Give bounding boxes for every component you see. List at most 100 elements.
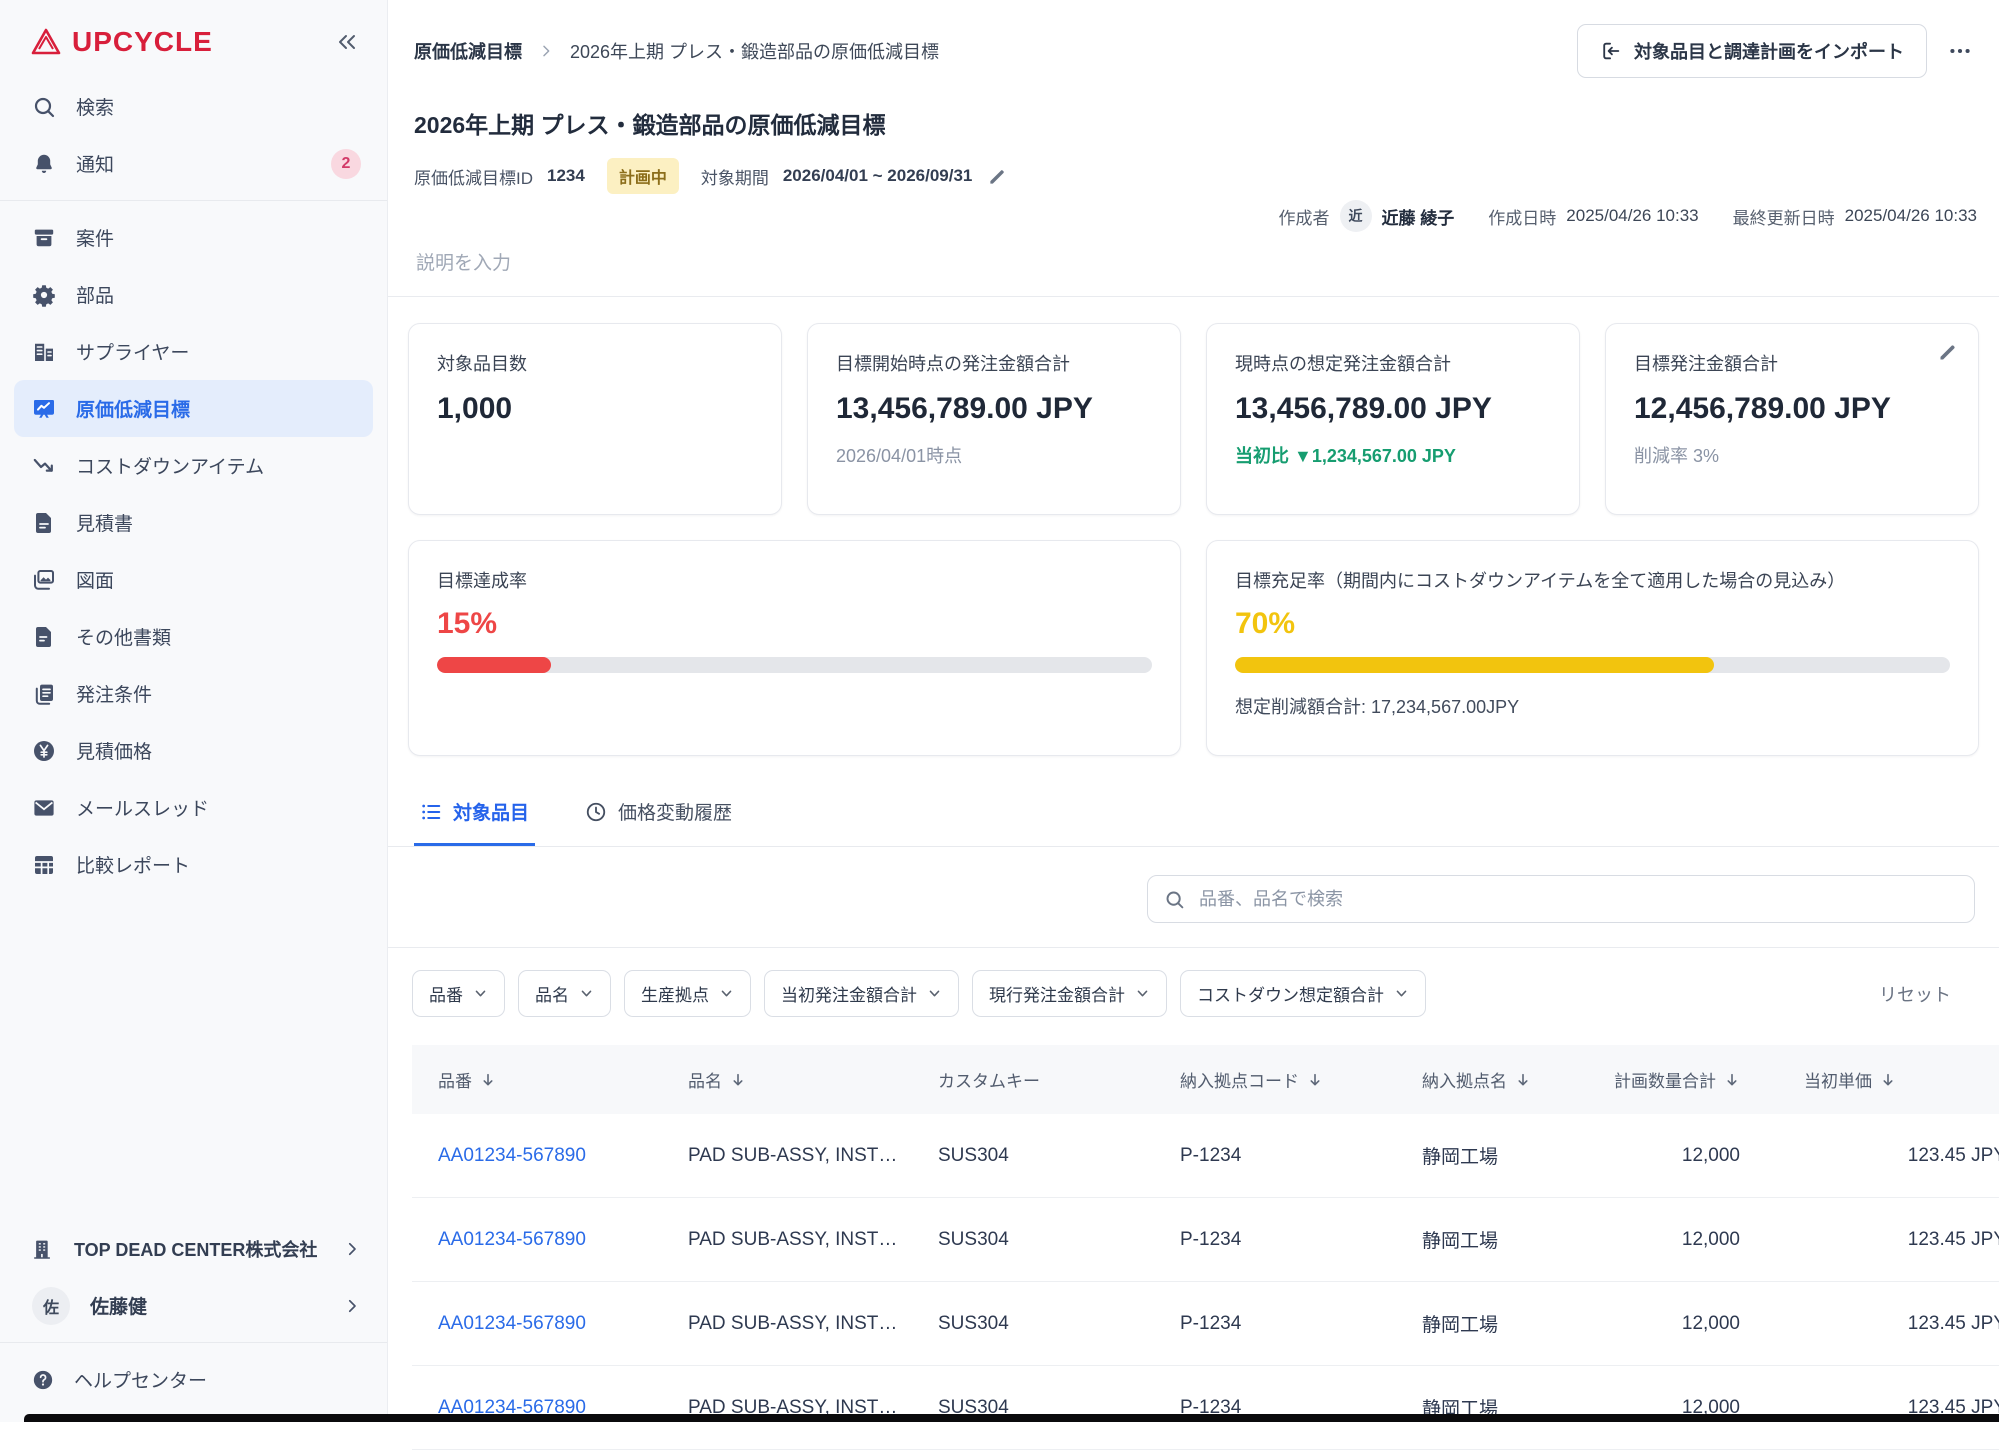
breadcrumb-root[interactable]: 原価低減目標 bbox=[414, 38, 522, 64]
cell-part-no[interactable]: AA01234-567890 bbox=[412, 1285, 662, 1363]
target-id-value: 1234 bbox=[547, 166, 585, 186]
section-divider bbox=[388, 296, 1999, 297]
sidebar-item-other-documents[interactable]: その他書類 bbox=[0, 608, 387, 665]
column-header-part-no[interactable]: 品番 bbox=[412, 1045, 662, 1114]
sort-arrow-icon bbox=[1307, 1072, 1323, 1088]
chevron-down-icon bbox=[927, 986, 942, 1001]
sort-arrow-icon bbox=[730, 1072, 746, 1088]
sidebar-item-notifications[interactable]: 通知 2 bbox=[0, 135, 387, 192]
sidebar-item-order-conditions[interactable]: 発注条件 bbox=[0, 665, 387, 722]
chevron-down-icon bbox=[473, 986, 488, 1001]
kpi-subtext: 削減率 3% bbox=[1634, 442, 1950, 468]
cell-part-no[interactable]: AA01234-567890 bbox=[412, 1201, 662, 1279]
sidebar-collapse-button[interactable] bbox=[335, 30, 359, 54]
bell-icon bbox=[32, 152, 56, 176]
cell-part-no[interactable]: AA01234-567890 bbox=[412, 1369, 662, 1447]
sidebar-item-parts[interactable]: 部品 bbox=[0, 266, 387, 323]
user-name: 佐藤健 bbox=[90, 1292, 147, 1319]
sidebar-item-label: 案件 bbox=[76, 224, 114, 251]
cell-custom-key: SUS304 bbox=[912, 1201, 1154, 1279]
sidebar-item-label: 検索 bbox=[76, 93, 114, 120]
tab-label: 価格変動履歴 bbox=[618, 798, 732, 825]
sidebar-item-costdown-items[interactable]: コストダウンアイテム bbox=[0, 437, 387, 494]
sidebar-item-cost-reduction-targets[interactable]: 原価低減目標 bbox=[14, 380, 373, 437]
progress-cards-row: 目標達成率 15% 目標充足率（期間内にコストダウンアイテムを全て適用した場合の… bbox=[408, 540, 1979, 756]
table-row[interactable]: AA01234-567890 PAD SUB-ASSY, INST… SUS30… bbox=[412, 1366, 1999, 1450]
sidebar-item-label: サプライヤー bbox=[76, 338, 189, 365]
reset-filters-link[interactable]: リセット bbox=[1879, 981, 1975, 1007]
edit-period-pencil-icon[interactable] bbox=[988, 167, 1007, 186]
brand-name: UPCYCLE bbox=[72, 26, 213, 58]
kpi-subtext: 2026/04/01時点 bbox=[836, 442, 1152, 468]
edit-target-pencil-icon[interactable] bbox=[1938, 342, 1958, 362]
cell-custom-key: SUS304 bbox=[912, 1117, 1154, 1195]
filter-chip-initial-order-total[interactable]: 当初発注金額合計 bbox=[764, 970, 959, 1017]
updated-at-value: 2025/04/26 10:33 bbox=[1845, 206, 1977, 226]
progress-bar-fill bbox=[1235, 657, 1714, 673]
cell-planned-qty: 12,000 bbox=[1578, 1201, 1778, 1279]
column-header-site-name[interactable]: 納入拠点名 bbox=[1396, 1045, 1578, 1114]
filter-chip-part-no[interactable]: 品番 bbox=[412, 970, 505, 1017]
search-row bbox=[408, 875, 1979, 923]
table-search-box[interactable] bbox=[1147, 875, 1975, 923]
window-bottom-edge bbox=[24, 1414, 1999, 1422]
sidebar-item-label: 見積書 bbox=[76, 509, 133, 536]
table-row[interactable]: AA01234-567890 PAD SUB-ASSY, INST… SUS30… bbox=[412, 1282, 1999, 1366]
progress-value: 15% bbox=[437, 607, 1152, 641]
tab-price-history[interactable]: 価格変動履歴 bbox=[579, 790, 738, 846]
sidebar: UPCYCLE 検索 通知 2 案件 部品 サプライヤー 原価低減目標 コストダ… bbox=[0, 0, 388, 1422]
filter-chip-part-name[interactable]: 品名 bbox=[518, 970, 611, 1017]
column-header-custom-key[interactable]: カスタムキー bbox=[912, 1045, 1154, 1114]
sidebar-item-comparison-reports[interactable]: 比較レポート bbox=[0, 836, 387, 893]
chevron-right-icon bbox=[538, 43, 554, 59]
sidebar-item-quote-prices[interactable]: 見積価格 bbox=[0, 722, 387, 779]
column-header-planned-qty[interactable]: 計画数量合計 bbox=[1578, 1045, 1778, 1114]
cell-part-name: PAD SUB-ASSY, INST… bbox=[662, 1369, 912, 1447]
envelope-icon bbox=[32, 796, 56, 820]
sidebar-item-quotations[interactable]: 見積書 bbox=[0, 494, 387, 551]
column-header-site-code[interactable]: 納入拠点コード bbox=[1154, 1045, 1396, 1114]
tabs: 対象品目 価格変動履歴 bbox=[388, 790, 1999, 847]
chip-label: 品名 bbox=[535, 981, 569, 1006]
company-name: TOP DEAD CENTER株式会社 bbox=[74, 1236, 317, 1262]
sidebar-company-switcher[interactable]: TOP DEAD CENTER株式会社 bbox=[0, 1220, 387, 1277]
filter-chip-production-site[interactable]: 生産拠点 bbox=[624, 970, 751, 1017]
sidebar-item-search[interactable]: 検索 bbox=[0, 78, 387, 135]
filter-chip-costdown-estimate-total[interactable]: コストダウン想定額合計 bbox=[1180, 970, 1426, 1017]
import-icon bbox=[1600, 40, 1622, 62]
sidebar-item-mail-threads[interactable]: メールスレッド bbox=[0, 779, 387, 836]
sidebar-item-help-center[interactable]: ヘルプセンター bbox=[0, 1351, 387, 1408]
table-search-input[interactable] bbox=[1197, 888, 1958, 911]
cell-site-name: 静岡工場 bbox=[1396, 1198, 1578, 1281]
table-row[interactable]: AA01234-567890 PAD SUB-ASSY, INST… SUS30… bbox=[412, 1114, 1999, 1198]
sort-arrow-icon bbox=[1515, 1072, 1531, 1088]
photos-icon bbox=[32, 568, 56, 592]
progress-label: 目標達成率 bbox=[437, 567, 1152, 593]
chevron-down-icon bbox=[579, 986, 594, 1001]
column-header-part-name[interactable]: 品名 bbox=[662, 1045, 912, 1114]
sidebar-item-drawings[interactable]: 図面 bbox=[0, 551, 387, 608]
search-icon bbox=[1164, 889, 1185, 910]
search-icon bbox=[32, 95, 56, 119]
target-id-label: 原価低減目標ID bbox=[414, 164, 533, 189]
sidebar-item-cases[interactable]: 案件 bbox=[0, 209, 387, 266]
period-label: 対象期間 bbox=[701, 164, 769, 189]
description-input[interactable] bbox=[414, 252, 1314, 276]
kpi-value: 13,456,789.00 JPY bbox=[836, 392, 1152, 426]
sidebar-item-suppliers[interactable]: サプライヤー bbox=[0, 323, 387, 380]
kpi-cards-row: 対象品目数 1,000 目標開始時点の発注金額合計 13,456,789.00 … bbox=[408, 323, 1979, 515]
breadcrumb: 原価低減目標 2026年上期 プレス・鍛造部品の原価低減目標 bbox=[414, 38, 939, 64]
sidebar-user-menu[interactable]: 佐 佐藤健 bbox=[0, 1277, 387, 1334]
tab-target-items[interactable]: 対象品目 bbox=[414, 790, 535, 846]
table-row[interactable]: AA01234-567890 PAD SUB-ASSY, INST… SUS30… bbox=[412, 1198, 1999, 1282]
table-cells-icon bbox=[32, 853, 56, 877]
sidebar-item-label: その他書類 bbox=[76, 623, 171, 650]
presentation-chart-icon bbox=[32, 397, 56, 421]
chip-label: 品番 bbox=[429, 981, 463, 1006]
cell-part-no[interactable]: AA01234-567890 bbox=[412, 1117, 662, 1195]
more-menu-button[interactable] bbox=[1947, 38, 1973, 64]
column-header-unit-price[interactable]: 当初単価 bbox=[1778, 1045, 1999, 1114]
import-button[interactable]: 対象品目と調達計画をインポート bbox=[1577, 24, 1927, 78]
cell-site-code: P-1234 bbox=[1154, 1369, 1396, 1447]
filter-chip-current-order-total[interactable]: 現行発注金額合計 bbox=[972, 970, 1167, 1017]
